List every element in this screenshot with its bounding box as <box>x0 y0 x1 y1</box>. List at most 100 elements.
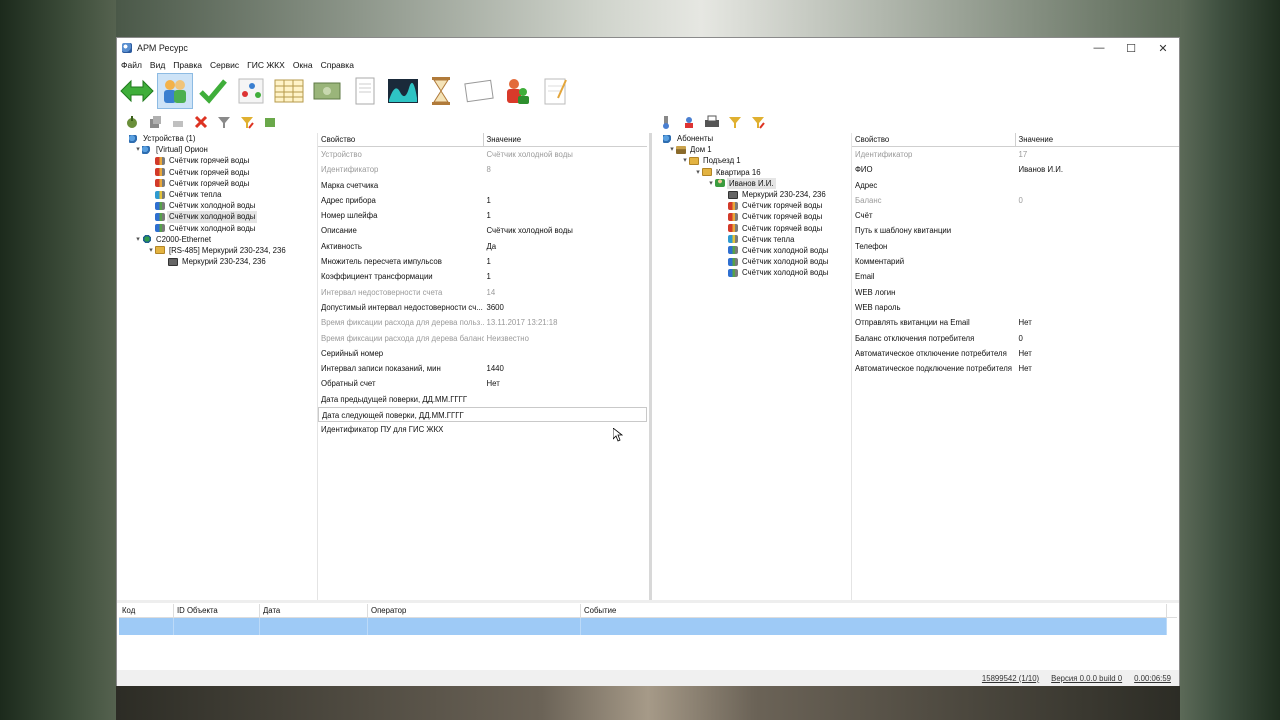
property-value[interactable] <box>484 392 648 407</box>
column-code[interactable]: Код <box>119 604 174 617</box>
property-row[interactable]: Серийный номер <box>318 346 647 361</box>
export-icon[interactable] <box>261 113 279 131</box>
column-event[interactable]: Событие <box>581 604 1167 617</box>
property-row[interactable]: WEB пароль <box>852 300 1179 315</box>
device-tree-item[interactable]: Счётчик горячей воды <box>119 178 315 189</box>
column-property[interactable]: Свойство <box>318 133 484 146</box>
property-row[interactable]: Автоматическое отключение потребителя Нет <box>852 346 1179 361</box>
column-value[interactable]: Значение <box>484 133 648 146</box>
property-row[interactable]: Коэффициент трансформации 1 <box>318 269 647 284</box>
property-value[interactable] <box>1016 300 1180 315</box>
property-row[interactable]: Идентификатор 8 <box>318 162 647 177</box>
expand-toggle-icon[interactable]: ▾ <box>668 144 676 155</box>
property-value[interactable]: 3600 <box>484 300 648 315</box>
document-button[interactable] <box>347 73 383 109</box>
menu-windows[interactable]: Окна <box>293 60 313 70</box>
print-icon[interactable] <box>703 113 721 131</box>
property-value[interactable]: 1 <box>484 254 648 269</box>
hourglass-button[interactable] <box>423 73 459 109</box>
property-value[interactable]: 1 <box>484 208 648 223</box>
property-row[interactable]: Email <box>852 269 1179 284</box>
property-row[interactable]: Адрес <box>852 178 1179 193</box>
column-date[interactable]: Дата <box>260 604 368 617</box>
device-tree-item[interactable]: Меркурий 230-234, 236 <box>119 256 315 267</box>
property-row[interactable]: Интервал недостоверности счета 14 <box>318 285 647 300</box>
expand-toggle-icon[interactable]: ▾ <box>694 167 702 178</box>
property-row[interactable]: Дата следующей поверки, ДД.ММ.ГГГГ <box>318 407 647 423</box>
property-row[interactable]: Время фиксации расхода для дерева польз.… <box>318 315 647 330</box>
subscriber-tree-item[interactable]: Меркурий 230-234, 236 <box>653 189 849 200</box>
column-value[interactable]: Значение <box>1016 133 1180 146</box>
close-button[interactable]: ✕ <box>1147 38 1179 58</box>
property-row[interactable]: Дата предыдущей поверки, ДД.ММ.ГГГГ <box>318 392 647 407</box>
property-value[interactable] <box>1016 254 1180 269</box>
device-tree-item[interactable]: Счётчик горячей воды <box>119 167 315 178</box>
user-settings-icon[interactable] <box>680 113 698 131</box>
chart-button[interactable] <box>385 73 421 109</box>
column-operator[interactable]: Оператор <box>368 604 581 617</box>
add-device-icon[interactable] <box>123 113 141 131</box>
subscriber-tree-item[interactable]: Счётчик горячей воды <box>653 200 849 211</box>
device-tree-item[interactable]: Счётчик холодной воды <box>119 211 315 223</box>
subscribers-button[interactable] <box>157 73 193 109</box>
property-value[interactable] <box>1016 223 1180 238</box>
device-tree-item[interactable]: ▾ C2000-Ethernet <box>119 234 315 245</box>
device-tree-item[interactable]: ▾ [RS-485] Меркурий 230-234, 236 <box>119 245 315 256</box>
property-row[interactable]: Телефон <box>852 239 1179 254</box>
expand-toggle-icon[interactable]: ▾ <box>134 234 142 245</box>
subscriber-tree-item[interactable]: Счётчик холодной воды <box>653 267 849 278</box>
column-property[interactable]: Свойство <box>852 133 1016 146</box>
table-button[interactable] <box>271 73 307 109</box>
horizontal-splitter[interactable] <box>117 600 1179 603</box>
property-row[interactable]: Обратный счет Нет <box>318 376 647 391</box>
subscriber-tree-item[interactable]: ▾ Иванов И.И. <box>653 177 849 189</box>
property-value[interactable] <box>1016 269 1180 284</box>
property-row[interactable]: Комментарий <box>852 254 1179 269</box>
subscriber-tree-item[interactable]: Абоненты <box>653 133 849 144</box>
subscriber-tree-item[interactable]: Счётчик тепла <box>653 234 849 245</box>
property-value[interactable]: 1440 <box>484 361 648 376</box>
device-tree-item[interactable]: Счётчик холодной воды <box>119 223 315 234</box>
menu-service[interactable]: Сервис <box>210 60 239 70</box>
property-value[interactable]: Нет <box>1016 361 1180 376</box>
property-row[interactable]: Активность Да <box>318 239 647 254</box>
title-bar[interactable]: АРМ Ресурс — ☐ ✕ <box>117 38 1179 58</box>
wrench-icon[interactable] <box>657 113 675 131</box>
property-row[interactable]: Баланс 0 <box>852 193 1179 208</box>
property-row[interactable]: Адрес прибора 1 <box>318 193 647 208</box>
device-tree-item[interactable]: Счётчик холодной воды <box>119 200 315 211</box>
property-row[interactable]: Идентификатор 17 <box>852 147 1179 162</box>
device-tree-item[interactable]: Счётчик тепла <box>119 189 315 200</box>
property-value[interactable] <box>1016 285 1180 300</box>
property-row[interactable]: Автоматическое подключение потребителя Не… <box>852 361 1179 376</box>
subscriber-tree-item[interactable]: ▾ Подъезд 1 <box>653 155 849 166</box>
subscriber-tree-item[interactable]: Счётчик холодной воды <box>653 245 849 256</box>
property-value[interactable]: 1 <box>484 193 648 208</box>
edit-device-icon[interactable] <box>169 113 187 131</box>
property-value[interactable] <box>484 178 648 193</box>
property-value[interactable] <box>1016 178 1180 193</box>
property-value[interactable] <box>484 346 648 361</box>
property-value[interactable]: Нет <box>1016 315 1180 330</box>
device-tree-item[interactable]: Устройства (1) <box>119 133 315 144</box>
property-row[interactable]: Отправлять квитанции на Email Нет <box>852 315 1179 330</box>
expand-toggle-icon[interactable]: ▾ <box>134 144 142 155</box>
property-row[interactable]: Время фиксации расхода для дерева баланс… <box>318 331 647 346</box>
property-value[interactable] <box>1016 208 1180 223</box>
table-row[interactable] <box>119 618 1167 635</box>
maximize-button[interactable]: ☐ <box>1115 38 1147 58</box>
property-row[interactable]: WEB логин <box>852 285 1179 300</box>
status-version[interactable]: Версия 0.0.0 build 0 <box>1047 674 1126 683</box>
property-row[interactable]: Идентификатор ПУ для ГИС ЖКХ <box>318 422 647 437</box>
property-value[interactable]: Нет <box>1016 346 1180 361</box>
menu-edit[interactable]: Правка <box>173 60 202 70</box>
subscriber-tree-item[interactable]: Счётчик горячей воды <box>653 223 849 234</box>
status-record[interactable]: 15899542 (1/10) <box>978 674 1043 683</box>
property-row[interactable]: Интервал записи показаний, мин 1440 <box>318 361 647 376</box>
property-value[interactable]: Иванов И.И. <box>1016 162 1180 177</box>
subscriber-filter-icon[interactable] <box>726 113 744 131</box>
envelope-button[interactable] <box>461 73 497 109</box>
subscriber-tree-item[interactable]: Счётчик горячей воды <box>653 211 849 222</box>
property-row[interactable]: Счёт <box>852 208 1179 223</box>
menu-file[interactable]: Файл <box>121 60 142 70</box>
